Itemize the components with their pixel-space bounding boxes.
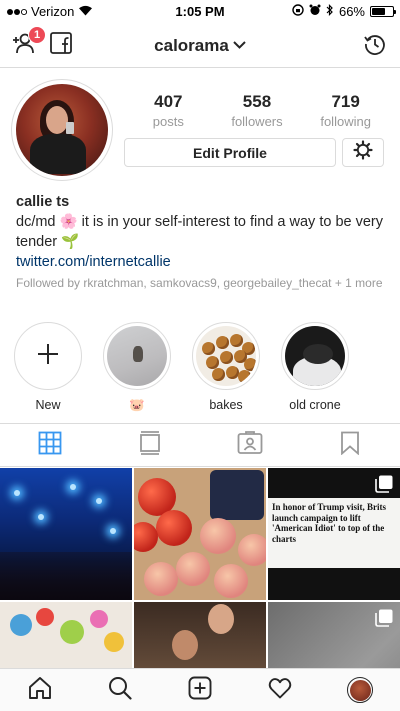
highlight-cover [107,326,167,386]
profile-stats: 407 posts 558 followers 719 following [124,92,390,129]
home-icon [28,676,52,705]
following-label: following [320,114,371,129]
highlight-cover [285,326,345,386]
multiple-photos-icon [375,609,393,632]
account-switcher[interactable]: calorama [0,34,400,56]
nav-new-post[interactable] [160,669,240,711]
bio-text: dc/md 🌸 it is in your self-interest to f… [16,214,384,250]
followers-count: 558 [242,92,272,111]
posts-count: 407 [154,92,183,111]
highlight-label: old crone [289,398,341,412]
highlight-old-crone[interactable]: old crone [281,322,349,413]
avatar-photo [16,84,108,176]
battery-percent: 66% [338,4,365,19]
plus-icon [37,343,59,370]
orientation-lock-icon [292,4,304,19]
tab-tagged[interactable] [200,424,300,466]
posts-grid: In honor of Trump visit, Brits launch ca… [0,468,400,668]
highlight-label: New [35,398,61,412]
tab-grid[interactable] [0,424,100,466]
username-title: calorama [154,36,229,55]
new-post-icon [188,676,212,705]
status-right: 66% [292,4,396,19]
following-stat[interactable]: 719 following [306,92,386,129]
post-thumbnail[interactable] [134,602,266,668]
status-bar: Verizon 1:05 PM 66% [0,0,400,22]
tagged-icon [237,430,263,460]
followed-by-text[interactable]: Followed by rkratchman, samkovacs9, geor… [16,276,388,291]
chevron-down-icon [233,34,246,54]
following-count: 719 [331,92,360,111]
gear-icon [353,140,373,165]
nav-home[interactable] [0,669,80,711]
nav-search[interactable] [80,669,160,711]
bluetooth-icon [326,4,334,19]
battery-icon [370,6,396,17]
news-clipping: In honor of Trump visit, Brits launch ca… [268,498,400,568]
post-thumbnail[interactable] [0,602,132,668]
highlight-cover [196,326,256,386]
bottom-tab-bar [0,668,400,711]
story-highlights: New 🐷 bakes old crone [14,322,394,413]
edit-profile-button[interactable]: Edit Profile [124,138,336,167]
highlight-label: 🐷 [129,398,145,412]
profile-avatar[interactable] [11,79,113,181]
new-highlight-ring [14,322,82,390]
post-thumbnail[interactable] [134,468,266,600]
feed-list-icon [139,430,161,460]
profile-icon [347,677,373,703]
post-thumbnail[interactable]: In honor of Trump visit, Brits launch ca… [268,468,400,600]
news-headline: In honor of Trump visit, Brits launch ca… [272,502,387,544]
activity-icon [268,677,292,704]
search-icon [108,676,132,705]
archive-button[interactable] [364,33,386,60]
profile-bio: callie ts dc/md 🌸 it is in your self-int… [16,194,388,291]
post-thumbnail[interactable] [0,468,132,600]
tab-feed[interactable] [100,424,200,466]
posts-stat[interactable]: 407 posts [128,92,208,129]
followers-stat[interactable]: 558 followers [217,92,297,129]
highlight-new[interactable]: New [14,322,82,413]
posts-label: posts [152,114,184,129]
saved-icon [340,431,360,460]
nav-profile[interactable] [320,669,400,711]
tab-saved[interactable] [300,424,400,466]
highlight-pig[interactable]: 🐷 [103,322,171,413]
highlight-bakes[interactable]: bakes [192,322,260,413]
profile-name: callie ts [16,194,70,210]
profile-tabs [0,423,400,467]
nav-activity[interactable] [240,669,320,711]
grid-icon [38,431,62,460]
alarm-icon [309,4,321,19]
settings-button[interactable] [342,138,384,167]
post-thumbnail[interactable] [268,602,400,668]
bio-link[interactable]: twitter.com/internetcallie [16,254,388,270]
followers-label: followers [231,114,283,129]
history-icon [364,33,386,60]
highlight-label: bakes [209,398,243,412]
multiple-photos-icon [375,475,393,498]
profile-header-bar: 1 calorama [0,22,400,68]
